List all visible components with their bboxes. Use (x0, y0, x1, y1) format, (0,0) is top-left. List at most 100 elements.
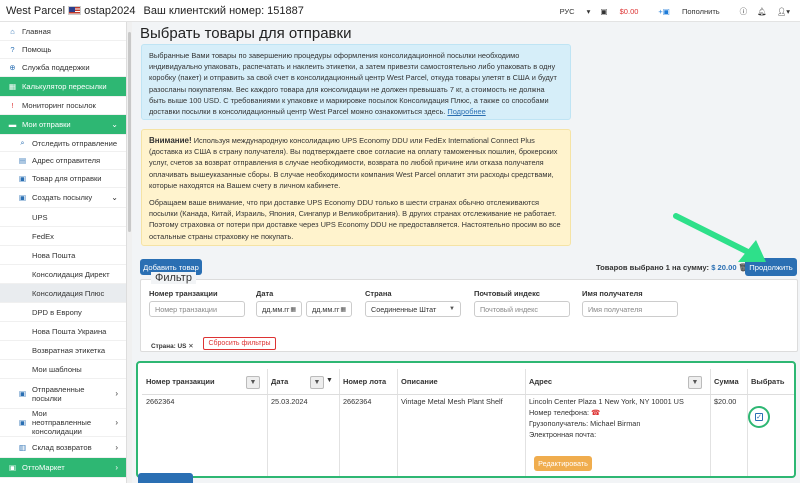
select-checkbox[interactable]: ✓ (755, 413, 763, 421)
sidebar-item-help[interactable]: ? Помощь (0, 41, 126, 59)
sidebar-item-consolidation-plus[interactable]: Консолидация Плюс (0, 284, 126, 303)
address-line: Lincoln Center Plaza 1 New York, NY 1000… (529, 397, 684, 406)
sidebar-item-templates[interactable]: Мои шаблоны (0, 360, 126, 379)
balance-amount: $0.00 (619, 6, 639, 16)
chevron-right-icon: › (115, 389, 118, 398)
txn-input[interactable]: Номер транзакции (149, 301, 245, 317)
date-from-value: дд.мм.гг (262, 304, 290, 314)
sidebar-item-dpd[interactable]: DPD в Европу (0, 303, 126, 322)
sidebar-item-label: Консолидация Плюс (32, 288, 105, 298)
cell-desc: Vintage Metal Mesh Plant Shelf (401, 397, 503, 406)
col-header-lot: Номер лота (339, 369, 397, 395)
close-icon[interactable]: ✕ (188, 343, 193, 350)
sidebar-item-consolidation-direct[interactable]: Консолидация Директ (0, 265, 126, 284)
sidebar-item-ups[interactable]: UPS (0, 208, 126, 227)
user-menu-icon[interactable]: 👤︎▾ (777, 7, 790, 16)
edit-button[interactable]: Редактировать (534, 456, 592, 471)
sidebar-item-sender-address[interactable]: ▤ Адрес отправителя (0, 152, 126, 170)
zip-input[interactable]: Почтовый индекс (474, 301, 570, 317)
date-label: Дата (256, 289, 274, 298)
sidebar-item-create-parcel[interactable]: ▣ Создать посылку ⌄ (0, 188, 126, 208)
warning-text-2: Обращаем ваше внимание, что при доставке… (149, 198, 561, 241)
warehouse-icon: ▥ (18, 442, 27, 452)
language-selector[interactable]: РУС ▾ (560, 7, 591, 16)
chevron-right-icon: › (115, 463, 118, 472)
topup-link[interactable]: +▣ Пополнить (658, 7, 729, 16)
chevron-right-icon: › (115, 442, 118, 452)
phone-label: Номер телефона: (529, 408, 590, 417)
sidebar-item-support[interactable]: ⊕ Служба поддержки (0, 59, 126, 77)
question-icon: ? (10, 45, 15, 54)
client-number: Ваш клиентский номер: 151887 (143, 4, 304, 17)
language-label: РУС (559, 6, 575, 16)
sidebar-item-unsent-consolidations[interactable]: ▣ Мои неотправленные консолидации › (0, 409, 126, 437)
sidebar: ⌂ Главная ? Помощь ⊕ Служба поддержки ▦ Каль… (0, 22, 127, 483)
phone-icon: ☎ (591, 408, 601, 417)
sidebar-item-sent-parcels[interactable]: ▣ Отправленные посылки › (0, 379, 126, 409)
top-bar: West Parcel ostap2024 Ваш клиентский ном… (0, 0, 800, 22)
sidebar-item-nova-poshta[interactable]: Нова Пошта (0, 246, 126, 265)
sidebar-item-label: Мониторинг посылок (22, 101, 96, 110)
scrollbar-thumb[interactable] (128, 32, 131, 232)
sidebar-item-monitoring[interactable]: ! Мониторинг посылок (0, 97, 126, 115)
details-link[interactable]: Подробнее (447, 107, 485, 116)
sidebar-item-label: Создать посылку (32, 193, 93, 202)
sidebar-item-label: Консолидация Директ (32, 269, 110, 279)
col-header-label: Адрес (529, 377, 553, 386)
sidebar-item-label: Товар для отправки (32, 174, 102, 183)
sort-icon[interactable]: ▼ (326, 377, 333, 384)
chevron-down-icon: ⌄ (111, 120, 118, 129)
sidebar-item-ottomarket[interactable]: ▣ OттоМаркет › (0, 458, 126, 478)
sidebar-item-nova-poshta-ua[interactable]: Нова Пошта Украина (0, 322, 126, 341)
cell-lot: 2662364 (343, 397, 372, 406)
col-header-label: Выбрать (751, 377, 785, 386)
filter-legend: Фильтр (151, 272, 196, 284)
cell-txn: 2662364 (146, 397, 175, 406)
topup-label: Пополнить (681, 6, 720, 16)
pulse-icon: ! (11, 101, 14, 110)
sidebar-item-label: Мои отправки (22, 120, 71, 129)
col-header-address: Адрес (525, 369, 710, 395)
reset-filters-button[interactable]: Сбросить фильтры (203, 337, 276, 350)
info-alert: Выбранные Вами товары по завершению проц… (141, 44, 571, 120)
sidebar-item-label: Нова Пошта Украина (32, 326, 107, 336)
recipient-input[interactable]: Имя получателя (582, 301, 678, 317)
truck-icon: ▬ (8, 120, 17, 129)
country-filter-chip: Страна: US ✕ (151, 342, 194, 350)
sidebar-item-label: Мои неотправленные консолидации (32, 409, 92, 436)
sidebar-item-home[interactable]: ⌂ Главная (0, 22, 126, 41)
username: ostap2024 (84, 4, 136, 17)
sidebar-item-label: Помощь (22, 45, 52, 54)
search-icon: ⌕ (20, 138, 25, 147)
sidebar-item-returns-warehouse[interactable]: ▥ Склад возвратов › (0, 437, 126, 458)
sidebar-item-calculator[interactable]: ▦ Калькулятор пересылки (0, 77, 126, 97)
sidebar-item-fedex[interactable]: FedEx (0, 227, 126, 246)
plus-icon: +▣ (658, 6, 670, 16)
brand[interactable]: West Parcel ostap2024 (6, 5, 135, 17)
country-label: Страна (365, 289, 392, 298)
sidebar-item-label: Главная (22, 26, 51, 36)
bell-icon[interactable]: 🔔︎ (757, 7, 767, 16)
page-title: Выбрать товары для отправки (140, 25, 352, 42)
warning-title: Внимание! (149, 136, 192, 145)
filter-icon[interactable]: ▼ (688, 376, 702, 389)
cell-sum: $20.00 (714, 397, 737, 406)
bottom-button[interactable] (138, 473, 193, 483)
col-header-sum: Сумма (710, 369, 747, 395)
sidebar-item-my-shipments[interactable]: ▬ Мои отправки ⌄ (0, 115, 126, 135)
filter-icon[interactable]: ▼ (310, 376, 324, 389)
balance[interactable]: ▣ $0.00 (600, 7, 648, 16)
warning-alert: Внимание! Используя международную консол… (141, 129, 571, 246)
date-to-input[interactable]: дд.мм.гг ▦ (306, 301, 352, 317)
help-icon[interactable]: ⓘ (740, 6, 748, 17)
col-header-label: Номер лота (343, 377, 387, 386)
sidebar-item-goods[interactable]: ▣ Товар для отправки (0, 170, 126, 188)
date-from-input[interactable]: дд.мм.гг ▦ (256, 301, 302, 317)
filter-icon[interactable]: ▼ (246, 376, 260, 389)
box-open-icon: ▣ (18, 193, 27, 202)
sidebar-item-track[interactable]: ⌕ Отследить отправление (0, 135, 126, 152)
box-icon: ▣ (18, 174, 27, 183)
sidebar-item-label: FedEx (32, 231, 54, 241)
country-select[interactable]: Соединенные Штат ▼ (365, 301, 461, 317)
sidebar-item-return-label[interactable]: Возвратная этикетка (0, 341, 126, 360)
